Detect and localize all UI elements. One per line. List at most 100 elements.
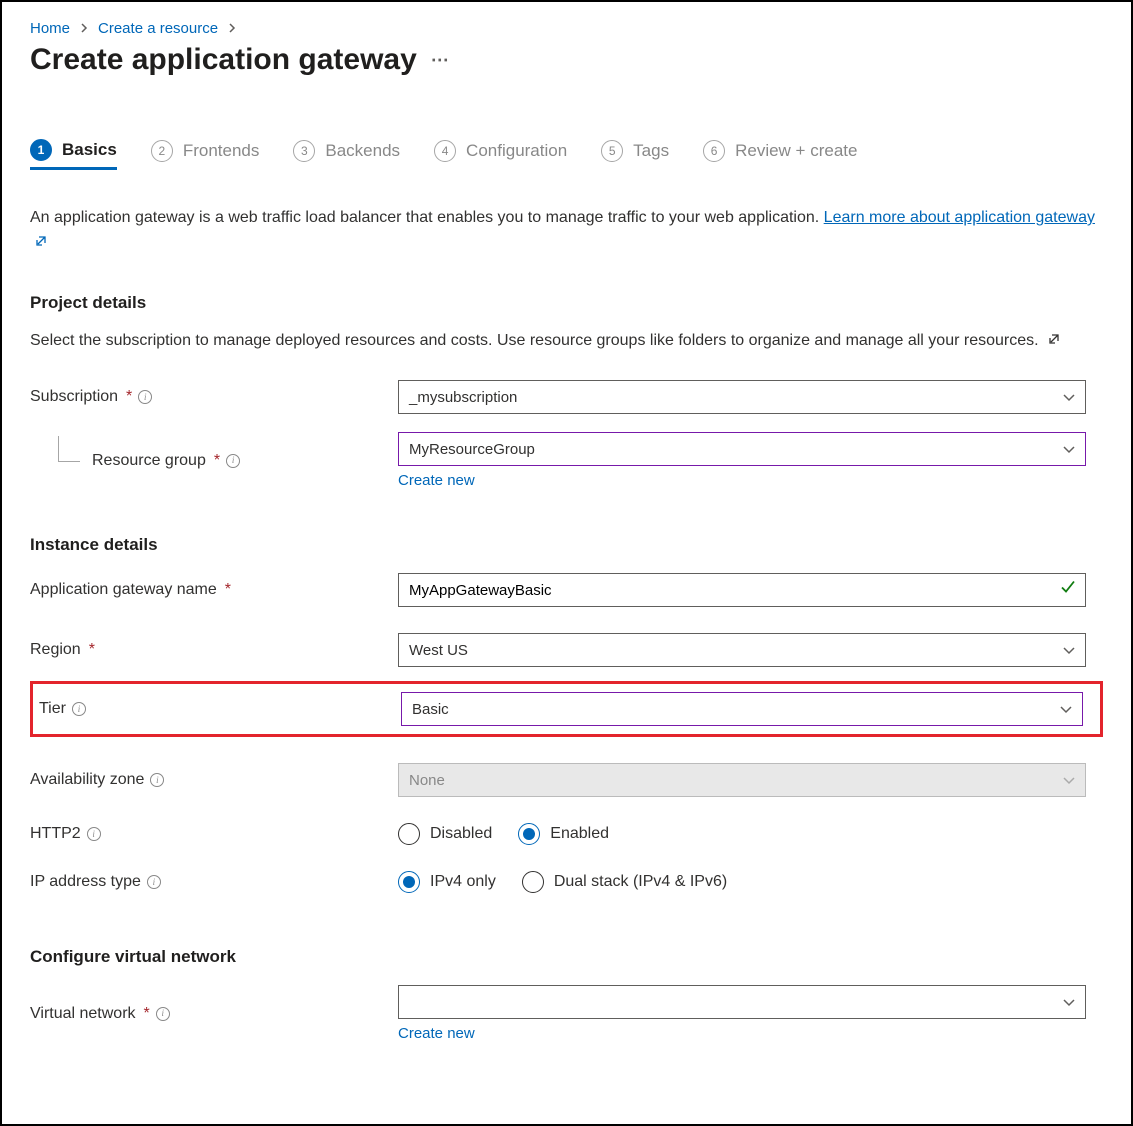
tab-label: Backends xyxy=(325,141,400,161)
info-icon[interactable]: i xyxy=(147,875,161,889)
breadcrumb: Home Create a resource xyxy=(30,20,1103,37)
tier-row-highlight: Tier i Basic xyxy=(30,681,1103,737)
label-text: Tier xyxy=(39,700,66,718)
external-link-icon[interactable] xyxy=(1047,330,1061,355)
required-mark: * xyxy=(89,641,95,659)
configure-vnet-heading: Configure virtual network xyxy=(30,947,1103,967)
breadcrumb-home[interactable]: Home xyxy=(30,20,70,37)
tab-number: 2 xyxy=(151,140,173,162)
tab-configuration[interactable]: 4 Configuration xyxy=(434,140,567,170)
chevron-down-icon xyxy=(1063,642,1075,659)
checkmark-icon xyxy=(1060,580,1076,601)
more-actions-icon[interactable]: ⋯ xyxy=(431,50,451,71)
radio-label: Enabled xyxy=(550,825,609,843)
label-text: Resource group xyxy=(92,452,206,470)
tab-review-create[interactable]: 6 Review + create xyxy=(703,140,857,170)
radio-icon xyxy=(518,823,540,845)
virtual-network-select[interactable] xyxy=(398,985,1086,1019)
chevron-right-icon xyxy=(80,22,88,36)
required-mark: * xyxy=(225,581,231,599)
info-icon[interactable]: i xyxy=(226,454,240,468)
project-details-heading: Project details xyxy=(30,293,1103,313)
radio-label: Disabled xyxy=(430,825,492,843)
intro-text: An application gateway is a web traffic … xyxy=(30,206,1103,257)
tab-number: 1 xyxy=(30,139,52,161)
tab-number: 4 xyxy=(434,140,456,162)
subscription-select[interactable]: _mysubscription xyxy=(398,380,1086,414)
create-new-resource-group-link[interactable]: Create new xyxy=(398,472,1086,489)
wizard-tabs: 1 Basics 2 Frontends 3 Backends 4 Config… xyxy=(30,139,1103,176)
gateway-name-label: Application gateway name * xyxy=(30,581,398,599)
tab-frontends[interactable]: 2 Frontends xyxy=(151,140,260,170)
subscription-label: Subscription * i xyxy=(30,388,398,406)
page-title-text: Create application gateway xyxy=(30,43,417,77)
info-icon[interactable]: i xyxy=(156,1007,170,1021)
select-value: MyResourceGroup xyxy=(409,441,535,458)
select-value: _mysubscription xyxy=(409,389,517,406)
tab-label: Review + create xyxy=(735,141,857,161)
label-text: Application gateway name xyxy=(30,581,217,599)
http2-enabled-radio[interactable]: Enabled xyxy=(518,823,609,845)
required-mark: * xyxy=(144,1005,150,1023)
label-text: Virtual network xyxy=(30,1005,136,1023)
tab-label: Frontends xyxy=(183,141,260,161)
radio-icon xyxy=(522,871,544,893)
ip-address-type-label: IP address type i xyxy=(30,873,398,891)
radio-icon xyxy=(398,823,420,845)
radio-label: Dual stack (IPv4 & IPv6) xyxy=(554,873,727,891)
availability-zone-select: None xyxy=(398,763,1086,797)
virtual-network-label: Virtual network * i xyxy=(30,1005,398,1023)
project-details-desc-text: Select the subscription to manage deploy… xyxy=(30,332,1039,349)
chevron-right-icon xyxy=(228,22,236,36)
select-value: None xyxy=(409,772,445,789)
project-details-desc: Select the subscription to manage deploy… xyxy=(30,329,1103,355)
region-label: Region * xyxy=(30,641,398,659)
label-text: HTTP2 xyxy=(30,825,81,843)
region-select[interactable]: West US xyxy=(398,633,1086,667)
select-value: Basic xyxy=(412,701,449,718)
breadcrumb-create-resource[interactable]: Create a resource xyxy=(98,20,218,37)
tier-select[interactable]: Basic xyxy=(401,692,1083,726)
gateway-name-input[interactable] xyxy=(398,573,1086,607)
chevron-down-icon xyxy=(1063,441,1075,458)
tier-label: Tier i xyxy=(39,700,401,718)
tab-backends[interactable]: 3 Backends xyxy=(293,140,400,170)
label-text: Subscription xyxy=(30,388,118,406)
info-icon[interactable]: i xyxy=(87,827,101,841)
chevron-down-icon xyxy=(1060,701,1072,718)
http2-radio-group: Disabled Enabled xyxy=(398,823,1086,845)
label-text: IP address type xyxy=(30,873,141,891)
label-text: Availability zone xyxy=(30,771,144,789)
http2-label: HTTP2 i xyxy=(30,825,398,843)
tab-basics[interactable]: 1 Basics xyxy=(30,139,117,170)
learn-more-text: Learn more about application gateway xyxy=(824,209,1095,226)
http2-disabled-radio[interactable]: Disabled xyxy=(398,823,492,845)
label-text: Region xyxy=(30,641,81,659)
info-icon[interactable]: i xyxy=(150,773,164,787)
intro-text-content: An application gateway is a web traffic … xyxy=(30,209,824,226)
tab-label: Tags xyxy=(633,141,669,161)
info-icon[interactable]: i xyxy=(138,390,152,404)
tab-number: 3 xyxy=(293,140,315,162)
tab-label: Configuration xyxy=(466,141,567,161)
tree-connector-icon xyxy=(58,436,80,462)
resource-group-select[interactable]: MyResourceGroup xyxy=(398,432,1086,466)
availability-zone-label: Availability zone i xyxy=(30,771,398,789)
chevron-down-icon xyxy=(1063,772,1075,789)
required-mark: * xyxy=(214,452,220,470)
required-mark: * xyxy=(126,388,132,406)
external-link-icon xyxy=(34,232,48,257)
info-icon[interactable]: i xyxy=(72,702,86,716)
create-new-vnet-link[interactable]: Create new xyxy=(398,1025,1086,1042)
ipv4-only-radio[interactable]: IPv4 only xyxy=(398,871,496,893)
page-title: Create application gateway ⋯ xyxy=(30,43,1103,77)
tab-tags[interactable]: 5 Tags xyxy=(601,140,669,170)
tab-number: 5 xyxy=(601,140,623,162)
select-value: West US xyxy=(409,642,468,659)
tab-label: Basics xyxy=(62,140,117,160)
tab-number: 6 xyxy=(703,140,725,162)
chevron-down-icon xyxy=(1063,994,1075,1011)
radio-icon xyxy=(398,871,420,893)
resource-group-label: Resource group * i xyxy=(30,452,398,470)
dual-stack-radio[interactable]: Dual stack (IPv4 & IPv6) xyxy=(522,871,727,893)
